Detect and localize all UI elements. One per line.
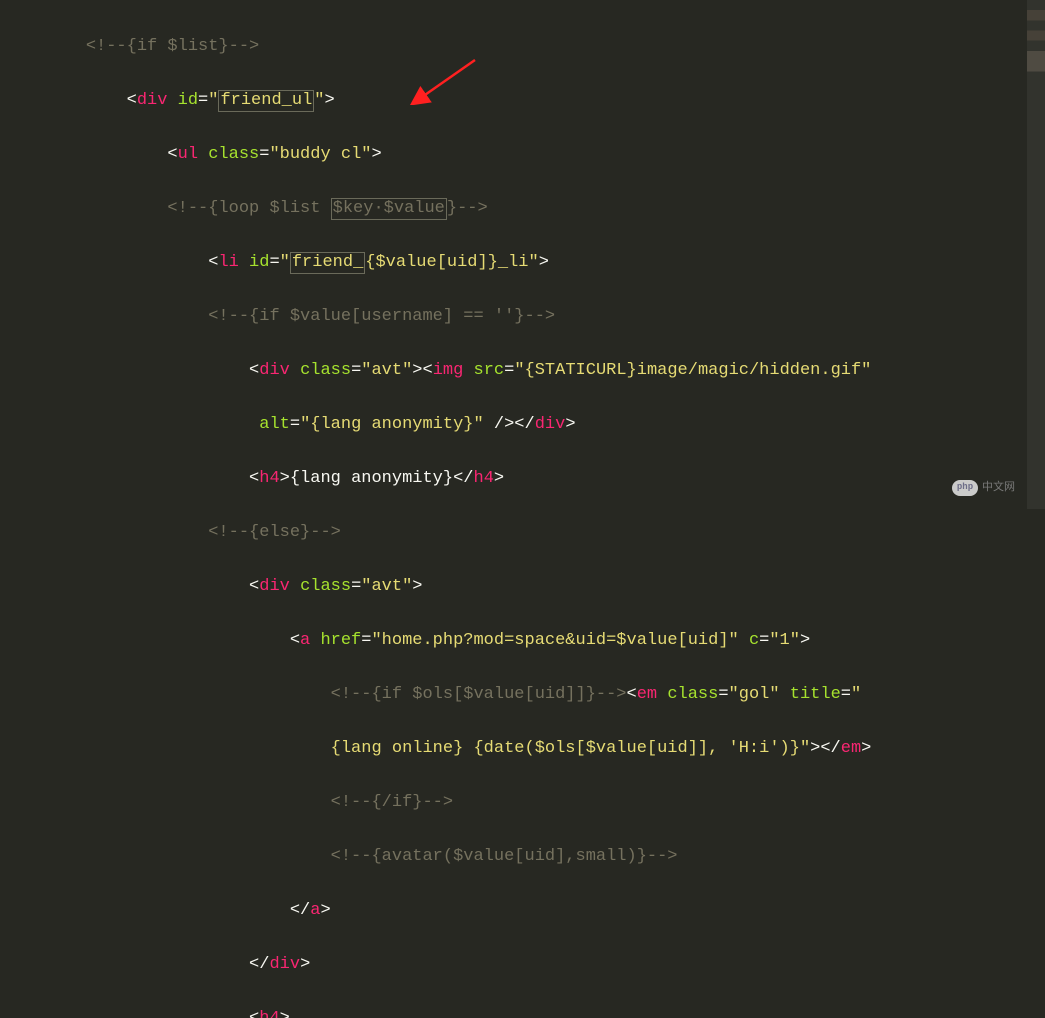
- watermark-text: 中文网: [982, 474, 1015, 501]
- code-line: <h4>{lang anonymity}</h4>: [45, 465, 1045, 492]
- code-line: <!--{loop $list $key·$value}-->: [45, 195, 1045, 222]
- code-line: <!--{else}-->: [45, 519, 1045, 546]
- highlight-box: $key·$value: [331, 198, 447, 220]
- code-line: <div class="avt">: [45, 573, 1045, 600]
- code-line: <!--{if $value[username] == ''}-->: [45, 303, 1045, 330]
- code-line: <li id="friend_{$value[uid]}_li">: [45, 249, 1045, 276]
- watermark: php 中文网: [952, 474, 1015, 501]
- code-editor[interactable]: <!--{if $list}--> <div id="friend_ul"> <…: [0, 0, 1045, 1018]
- code-line: <!--{if $ols[$value[uid]]}--><em class="…: [45, 681, 1045, 708]
- highlight-box: friend_ul: [218, 90, 314, 112]
- code-line: <!--{/if}-->: [45, 789, 1045, 816]
- minimap[interactable]: [1027, 0, 1045, 509]
- code-line: <div class="avt"><img src="{STATICURL}im…: [45, 357, 1045, 384]
- code-line: <ul class="buddy cl">: [45, 141, 1045, 168]
- code-line: {lang online} {date($ols[$value[uid]], '…: [45, 735, 1045, 762]
- code-line: <!--{if $list}-->: [45, 33, 1045, 60]
- code-line: </div>: [45, 951, 1045, 978]
- code-line: alt="{lang anonymity}" /></div>: [45, 411, 1045, 438]
- code-line: <a href="home.php?mod=space&uid=$value[u…: [45, 627, 1045, 654]
- code-line: <!--{avatar($value[uid],small)}-->: [45, 843, 1045, 870]
- code-line: <div id="friend_ul">: [45, 87, 1045, 114]
- code-line: </a>: [45, 897, 1045, 924]
- code-line: <h4>: [45, 1005, 1045, 1018]
- php-logo-icon: php: [952, 480, 978, 496]
- highlight-box: friend_: [290, 252, 365, 274]
